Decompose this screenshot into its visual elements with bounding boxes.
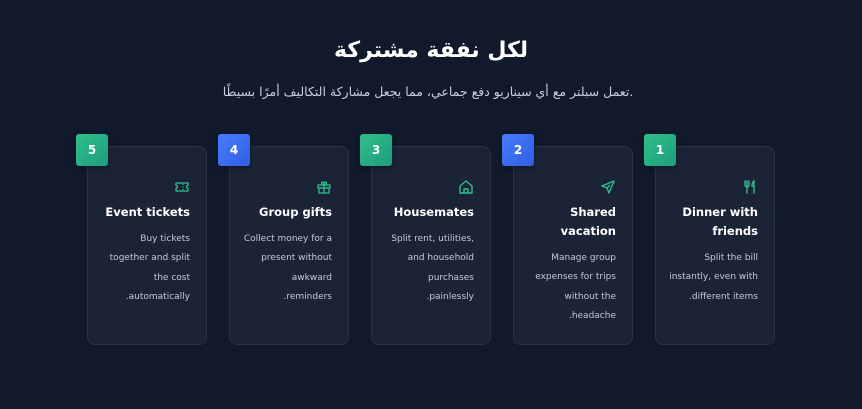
card-title: Event tickets bbox=[105, 205, 190, 219]
card-number-badge: 2 bbox=[502, 134, 534, 166]
gift-icon bbox=[316, 179, 332, 195]
card-group-gifts: 4 Group gifts Collect money for a presen… bbox=[218, 134, 349, 345]
plane-icon bbox=[600, 179, 616, 195]
card-title: Dinner with friends bbox=[682, 205, 758, 238]
card-title: Housemates bbox=[393, 205, 474, 219]
card-event-tickets: 5 Event tickets Buy tickets together and… bbox=[76, 134, 207, 345]
card-number-badge: 1 bbox=[644, 134, 676, 166]
use-case-cards: 1 Dinner with friends Split the bill ins… bbox=[76, 134, 775, 345]
card-shared-vacation: 2 Shared vacation Manage group expenses … bbox=[502, 134, 633, 345]
card-description: Split the bill instantly, even with diff… bbox=[669, 253, 758, 302]
card-description: Split rent, utilities, and household pur… bbox=[391, 234, 474, 303]
card-number-badge: 4 bbox=[218, 134, 250, 166]
card-description: Buy tickets together and split the cost … bbox=[109, 234, 190, 303]
home-icon bbox=[458, 179, 474, 195]
card-dinner-with-friends: 1 Dinner with friends Split the bill ins… bbox=[644, 134, 775, 345]
card-housemates: 3 Housemates Split rent, utilities, and … bbox=[360, 134, 491, 345]
card-description: Collect money for a present without awkw… bbox=[243, 234, 332, 303]
section-subtitle: تعمل سبلتر مع أي سيناريو دفع جماعي، مما … bbox=[222, 84, 634, 99]
section-title: لكل نفقة مشتركة bbox=[333, 38, 529, 63]
card-title: Group gifts bbox=[259, 205, 332, 219]
utensils-icon bbox=[742, 179, 758, 195]
ticket-icon bbox=[174, 179, 190, 195]
card-description: Manage group expenses for trips without … bbox=[535, 253, 616, 322]
card-title: Shared vacation bbox=[560, 205, 616, 238]
card-number-badge: 3 bbox=[360, 134, 392, 166]
card-number-badge: 5 bbox=[76, 134, 108, 166]
